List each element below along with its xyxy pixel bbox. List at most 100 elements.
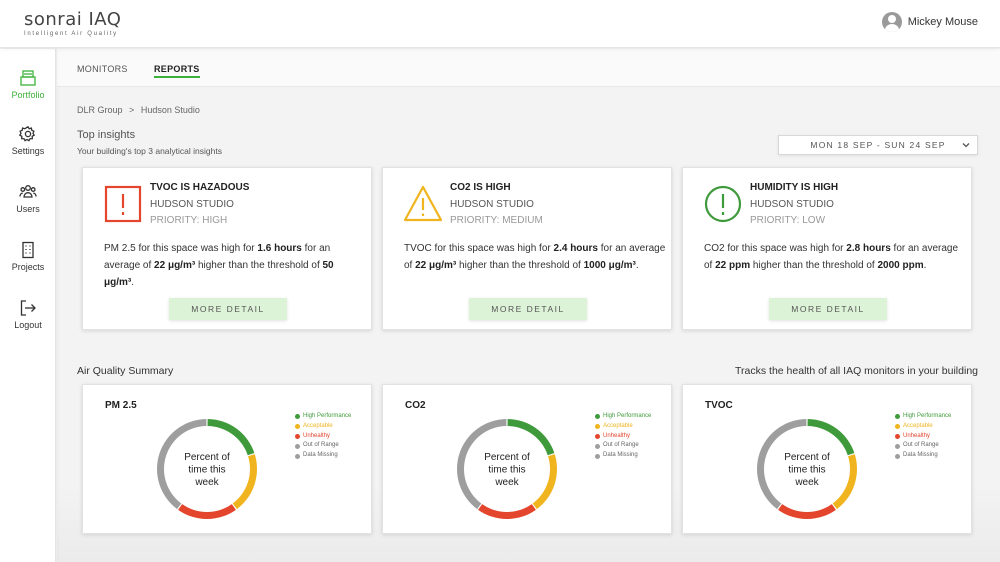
legend-dot-icon xyxy=(295,433,300,439)
insight-location: HUDSON STUDIO xyxy=(450,199,534,210)
users-icon xyxy=(19,185,37,198)
tab-reports[interactable]: REPORTS xyxy=(154,64,200,78)
logout-icon xyxy=(20,300,36,316)
legend-label: Unhealthy xyxy=(303,432,331,439)
summary-card-pm25: PM 2.5 Percent of time this week High Perf… xyxy=(82,384,372,534)
insight-title: CO2 IS HIGH xyxy=(450,182,511,193)
user-menu[interactable]: Mickey Mouse xyxy=(881,12,978,32)
chart-legend: High Performance Acceptable Unhealthy Out o… xyxy=(295,412,351,461)
legend-label: Acceptable xyxy=(303,422,333,429)
legend-dot-icon xyxy=(295,453,300,459)
more-detail-button[interactable]: MORE DETAIL xyxy=(469,298,587,320)
chart-legend: High Performance Acceptable Unhealthy Out o… xyxy=(595,412,651,461)
chart-title: CO2 xyxy=(405,400,426,411)
legend-label: Out of Range xyxy=(603,442,639,449)
donut-chart: Percent of time this week xyxy=(757,419,857,519)
sidebar-item-projects[interactable]: Projects xyxy=(0,241,56,272)
insight-priority: PRIORITY: HIGH xyxy=(150,215,228,226)
legend-dot-icon xyxy=(895,433,900,439)
sidebar-item-label: Users xyxy=(16,204,40,214)
sidebar-item-settings[interactable]: Settings xyxy=(0,125,56,156)
logo-text: sonrai IAQ xyxy=(24,9,122,30)
summary-description: Tracks the health of all IAQ monitors in… xyxy=(735,365,978,377)
alert-triangle-icon xyxy=(403,185,443,222)
donut-slice-acceptable xyxy=(232,454,257,510)
legend-item: Data Missing xyxy=(595,451,651,461)
legend-label: High Performance xyxy=(303,413,352,419)
breadcrumb-parent[interactable]: DLR Group xyxy=(77,105,123,115)
portfolio-icon xyxy=(20,70,36,86)
insight-title: HUMIDITY IS HIGH xyxy=(750,182,839,193)
donut-slice-high-performance xyxy=(207,419,255,456)
legend-label: High Performance xyxy=(903,413,952,419)
chart-legend: High Performance Acceptable Unhealthy Out o… xyxy=(895,412,951,461)
legend-dot-icon xyxy=(595,453,600,459)
legend-dot-icon xyxy=(895,424,900,430)
legend-item: Acceptable xyxy=(895,422,951,432)
summary-card-tvoc: TVOC Percent of time this week High Perfor… xyxy=(682,384,972,534)
sidebar-item-label: Portfolio xyxy=(11,90,45,100)
legend-item: Unhealthy xyxy=(895,432,951,442)
insight-title: TVOC IS HAZADOUS xyxy=(150,182,250,193)
legend-dot-icon xyxy=(595,424,600,430)
insight-description: PM 2.5 for this space was high for 1.6 h… xyxy=(104,243,334,288)
more-detail-button[interactable]: MORE DETAIL xyxy=(169,298,287,320)
tab-bar: MONITORS REPORTS xyxy=(57,49,1000,87)
chart-title: TVOC xyxy=(705,400,733,411)
sidebar-item-label: Projects xyxy=(11,262,45,272)
legend-item: Unhealthy xyxy=(295,432,351,442)
donut-slice-unhealthy xyxy=(778,504,836,519)
sidebar-item-portfolio[interactable]: Portfolio xyxy=(0,69,56,100)
insight-location: HUDSON STUDIO xyxy=(750,199,834,210)
sidebar-item-logout[interactable]: Logout xyxy=(0,299,56,330)
breadcrumb-separator: > xyxy=(129,105,135,115)
user-name: Mickey Mouse xyxy=(907,16,978,28)
chart-title: PM 2.5 xyxy=(105,400,137,411)
legend-item: High Performance xyxy=(595,412,651,422)
legend-item: High Performance xyxy=(895,412,951,422)
donut-slice-acceptable xyxy=(832,454,857,510)
donut-slice-unhealthy xyxy=(478,504,536,519)
sidebar-item-users[interactable]: Users xyxy=(0,183,56,214)
legend-dot-icon xyxy=(295,443,300,449)
legend-dot-icon xyxy=(595,433,600,439)
legend-dot-icon xyxy=(895,414,900,420)
legend-dot-icon xyxy=(895,453,900,459)
insights-subtitle: Your building's top 3 analytical insight… xyxy=(77,146,222,156)
legend-dot-icon xyxy=(595,414,600,420)
legend-label: Acceptable xyxy=(603,422,633,429)
date-range-select[interactable]: MON 18 SEP - SUN 24 SEP xyxy=(778,135,978,155)
logo-tagline: Intelligent Air Quality xyxy=(24,31,118,37)
summary-title: Air Quality Summary xyxy=(77,365,174,377)
logo[interactable]: sonrai IAQ Intelligent Air Quality xyxy=(24,9,121,37)
legend-label: Data Missing xyxy=(903,452,938,459)
legend-dot-icon xyxy=(895,443,900,449)
insight-card: HUMIDITY IS HIGH HUDSON STUDIO PRIORITY:… xyxy=(682,167,972,330)
legend-label: Data Missing xyxy=(303,452,338,459)
donut-slice-high-performance xyxy=(807,419,855,456)
insight-priority: PRIORITY: MEDIUM xyxy=(450,215,543,226)
legend-item: Data Missing xyxy=(295,451,351,461)
main-content: MONITORS REPORTS DLR Group > Hudson Stud… xyxy=(57,49,1000,562)
insights-title: Top insights xyxy=(77,129,136,141)
legend-label: Acceptable xyxy=(903,422,933,429)
top-bar: sonrai IAQ Intelligent Air Quality Micke… xyxy=(0,0,1000,48)
donut-slice-unhealthy xyxy=(178,504,236,519)
legend-label: Out of Range xyxy=(303,442,339,449)
donut-center-label: Percent of time this week xyxy=(784,452,830,488)
insight-card: CO2 IS HIGH HUDSON STUDIO PRIORITY: MEDI… xyxy=(382,167,672,330)
more-detail-button[interactable]: MORE DETAIL xyxy=(769,298,887,320)
legend-item: Out of Range xyxy=(295,441,351,451)
tab-monitors[interactable]: MONITORS xyxy=(77,64,128,74)
legend-label: Unhealthy xyxy=(603,432,631,439)
legend-dot-icon xyxy=(295,414,300,420)
legend-dot-icon xyxy=(595,443,600,449)
legend-label: Data Missing xyxy=(603,452,638,459)
donut-slice-high-performance xyxy=(507,419,555,456)
building-icon xyxy=(22,241,34,259)
legend-item: Acceptable xyxy=(595,422,651,432)
legend-label: Unhealthy xyxy=(903,432,931,439)
insight-location: HUDSON STUDIO xyxy=(150,199,234,210)
legend-label: High Performance xyxy=(603,413,652,419)
insight-description: TVOC for this space was high for 2.4 hou… xyxy=(404,243,666,271)
